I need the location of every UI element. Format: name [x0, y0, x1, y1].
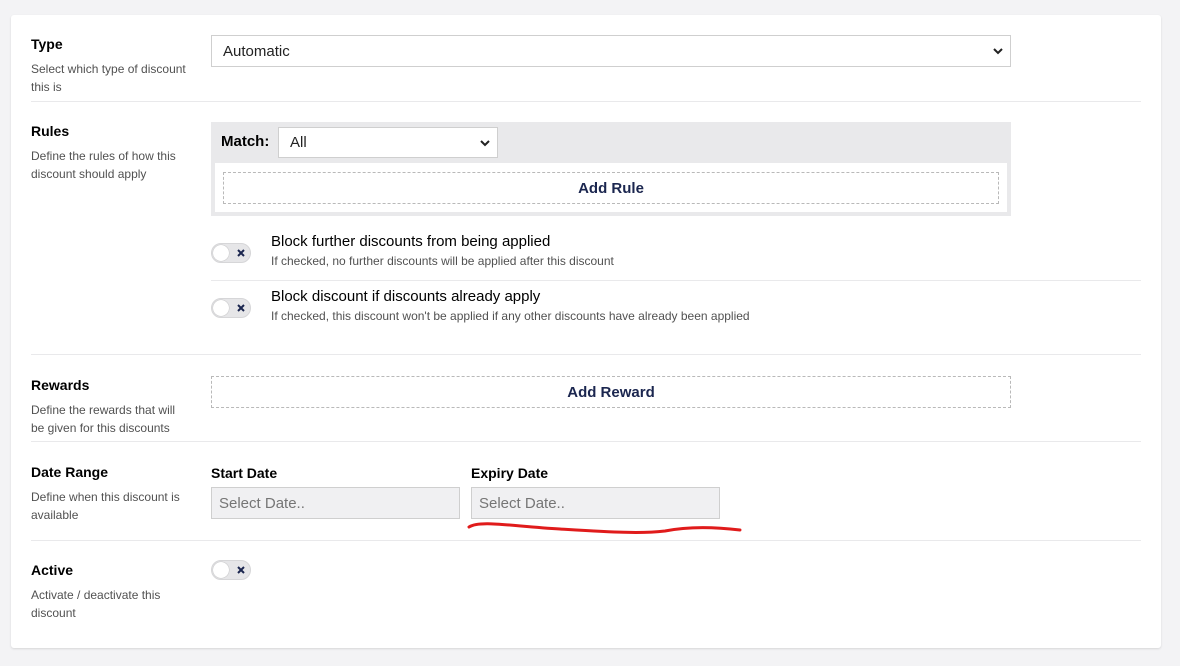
toggle-knob — [213, 300, 229, 316]
rewards-title: Rewards — [31, 377, 90, 393]
type-description: Select which type of discount this is — [31, 62, 186, 94]
chevron-down-icon — [993, 48, 1003, 55]
toggle-knob — [213, 562, 229, 578]
toggle-knob — [213, 245, 229, 261]
close-icon — [237, 566, 245, 574]
block-further-toggle[interactable] — [211, 243, 251, 263]
match-select[interactable]: All — [278, 127, 498, 158]
close-icon — [237, 249, 245, 257]
option-divider — [211, 280, 1141, 281]
rules-row: Rules Define the rules of how this disco… — [31, 102, 1141, 355]
chevron-down-icon — [480, 139, 490, 146]
add-reward-button[interactable]: Add Reward — [211, 376, 1011, 408]
close-icon — [237, 304, 245, 312]
start-date-input[interactable] — [211, 487, 460, 519]
rules-title: Rules — [31, 123, 70, 139]
type-select[interactable]: Automatic — [211, 35, 1011, 67]
rewards-description: Define the rewards that will be given fo… — [31, 403, 176, 435]
active-row: Active Activate / deactivate this discou… — [31, 541, 1141, 641]
block-if-applied-title: Block discount if discounts already appl… — [271, 288, 541, 305]
block-if-applied-description: If checked, this discount won't be appli… — [271, 309, 750, 323]
discount-form-card: Type Select which type of discount this … — [11, 15, 1161, 648]
active-description: Activate / deactivate this discount — [31, 588, 161, 620]
type-select-value: Automatic — [223, 42, 290, 60]
rewards-row: Rewards Define the rewards that will be … — [31, 355, 1141, 442]
match-select-value: All — [290, 134, 307, 151]
add-rule-button[interactable]: Add Rule — [223, 172, 999, 204]
expiry-date-input[interactable] — [471, 487, 720, 519]
start-date-label: Start Date — [211, 465, 278, 481]
active-title: Active — [31, 562, 74, 578]
date-range-title: Date Range — [31, 464, 109, 480]
type-title: Type — [31, 36, 63, 52]
block-further-description: If checked, no further discounts will be… — [271, 254, 614, 268]
add-rule-container: Add Rule — [215, 163, 1007, 212]
block-further-title: Block further discounts from being appli… — [271, 233, 551, 250]
expiry-date-label: Expiry Date — [471, 465, 549, 481]
type-row: Type Select which type of discount this … — [31, 15, 1141, 102]
rules-description: Define the rules of how this discount sh… — [31, 149, 176, 181]
date-range-row: Date Range Define when this discount is … — [31, 442, 1141, 541]
match-label: Match: — [221, 133, 270, 150]
date-range-description: Define when this discount is available — [31, 490, 180, 522]
block-if-applied-toggle[interactable] — [211, 298, 251, 318]
active-toggle[interactable] — [211, 560, 251, 580]
rules-box: Match: All Add Rule — [211, 122, 1011, 216]
